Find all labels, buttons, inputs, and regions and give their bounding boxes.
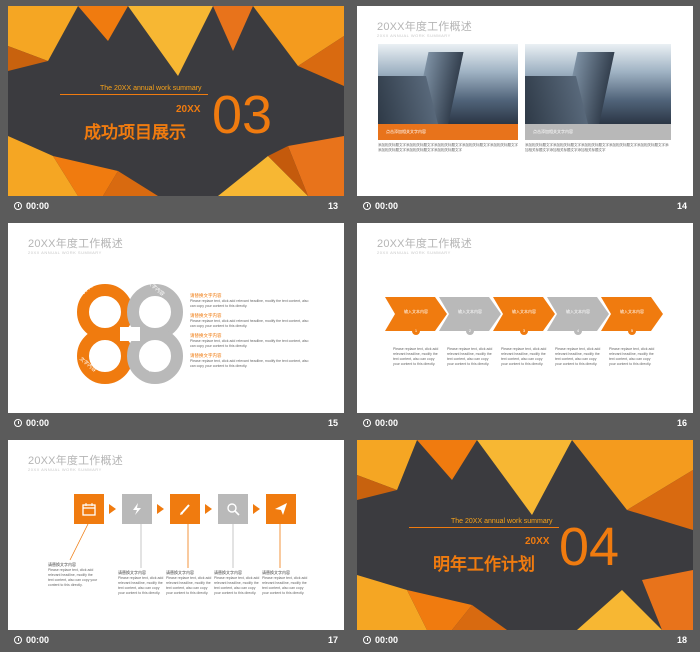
section-subtitle: The 20XX annual work summary [451,518,553,525]
slide-number: 14 [676,201,687,211]
process-step: 输入文本内容 [439,297,501,331]
step-description: Please replace text, click add relevant … [501,347,547,366]
polygon-background [8,6,344,196]
slide-16-canvas: 20XX年度工作概述 20XX ANNUAL WORK SUMMARY 输入文本… [357,223,693,413]
step-description: Please replace text, click add relevant … [609,347,655,366]
callout-lines [69,523,281,568]
clock-icon [14,636,22,644]
clock-icon [363,419,371,427]
slide-number: 18 [676,635,687,645]
section-divider [60,94,208,95]
slide-footer-18: 00:00 18 [357,630,693,652]
slide-thumbnail-14[interactable]: 20XX年度工作概述 20XX ANNUAL WORK SUMMARY 点击添加… [357,6,693,218]
flow-arrow [253,504,260,514]
slide-thumbnail-17[interactable]: 20XX年度工作概述 20XX ANNUAL WORK SUMMARY 请替换文… [8,440,344,652]
process-step: 输入文本内容 [601,297,663,331]
slide-thumbnail-16[interactable]: 20XX年度工作概述 20XX ANNUAL WORK SUMMARY 输入文本… [357,223,693,435]
clock-icon [363,636,371,644]
clock-icon [363,202,371,210]
slide-footer-14: 00:00 14 [357,196,693,218]
slide-subheading: 20XX ANNUAL WORK SUMMARY [28,250,102,255]
flow-arrow [109,504,116,514]
slide-number: 15 [327,418,338,428]
callout-label: 请替换文字内容 Please replace text, click add r… [48,562,98,587]
slide-subheading: 20XX ANNUAL WORK SUMMARY [377,250,451,255]
slide-time: 00:00 [375,418,399,428]
process-step: 输入文本内容 [385,297,447,331]
flow-arrow [205,504,212,514]
slide-number: 16 [676,418,687,428]
slide-heading: 20XX年度工作概述 [377,238,472,250]
body-text-left: 添加相关标题文字添加相关标题文字添加相关标题文字添加相关标题文字添加相关标题文字… [378,143,518,152]
step-description: Please replace text, click add relevant … [447,347,493,366]
section-year: 20XX [525,536,550,547]
step-number: 2 [466,327,474,335]
slide-subheading: 20XX ANNUAL WORK SUMMARY [377,33,451,38]
slide-time: 00:00 [26,635,50,645]
step-number: 1 [412,327,420,335]
polygon-background [357,440,693,630]
process-step: 输入文本内容 [493,297,555,331]
clock-icon [14,419,22,427]
slide-time: 00:00 [375,201,399,211]
slide-footer-15: 00:00 15 [8,413,344,435]
building-photo-right [525,44,671,124]
slide-heading: 20XX年度工作概述 [377,21,472,33]
slide-number: 13 [327,201,338,211]
lightning-icon [122,494,152,524]
slide-thumbnail-18[interactable]: The 20XX annual work summary 20XX 明年工作计划… [357,440,693,652]
section-subtitle: The 20XX annual work summary [100,85,202,92]
pencil-icon [170,494,200,524]
callout-label: 请替换文字内容 Please replace text, click add r… [214,570,260,595]
section-title: 明年工作计划 [433,555,535,574]
process-step: 输入文本内容 [547,297,609,331]
flow-arrow [157,504,164,514]
slide-17-canvas: 20XX年度工作概述 20XX ANNUAL WORK SUMMARY 请替换文… [8,440,344,630]
slide-15-canvas: 20XX年度工作概述 20XX ANNUAL WORK SUMMARY 文字内容… [8,223,344,413]
section-number: 04 [559,517,620,577]
slide-time: 00:00 [375,635,399,645]
building-photo-left [378,44,518,124]
step-number: 3 [520,327,528,335]
step-number: 5 [628,327,636,335]
slide-13-canvas: The 20XX annual work summary 20XX 成功项目展示… [8,6,344,196]
step-description: Please replace text, click add relevant … [393,347,439,366]
slide-thumbnail-13[interactable]: The 20XX annual work summary 20XX 成功项目展示… [8,6,344,218]
paper-plane-icon [266,494,296,524]
section-number: 03 [212,85,273,145]
slide-thumbnail-15[interactable]: 20XX年度工作概述 20XX ANNUAL WORK SUMMARY 文字内容… [8,223,344,435]
slide-18-canvas: The 20XX annual work summary 20XX 明年工作计划… [357,440,693,630]
clock-icon [14,202,22,210]
section-year: 20XX [176,104,201,115]
slide-footer-13: 00:00 13 [8,196,344,218]
calendar-icon [74,494,104,524]
slide-footer-16: 00:00 16 [357,413,693,435]
text-list: 请替换文字内容 Please replace text, click add re… [190,293,309,368]
slide-number: 17 [327,635,338,645]
callout-label: 请替换文字内容 Please replace text, click add r… [166,570,212,595]
section-divider [409,527,559,528]
caption-bar-orange: 点击添加相关文字内容 [378,124,518,140]
step-number: 4 [574,327,582,335]
slide-footer-17: 00:00 17 [8,630,344,652]
callout-label: 请替换文字内容 Please replace text, click add r… [118,570,164,595]
step-description: Please replace text, click add relevant … [555,347,601,366]
caption-bar-gray: 点击添加相关文字内容 [525,124,671,140]
section-title: 成功项目展示 [84,123,186,142]
knot-diagram [77,284,183,384]
slide-time: 00:00 [26,201,50,211]
slide-14-canvas: 20XX年度工作概述 20XX ANNUAL WORK SUMMARY 点击添加… [357,6,693,196]
slide-heading: 20XX年度工作概述 [28,238,123,250]
magnifier-icon [218,494,248,524]
callout-label: 请替换文字内容 Please replace text, click add r… [262,570,308,595]
body-text-right: 添加相关标题文字添加相关标题文字添加相关标题文字添加相关标题文字添加相关标题文字… [525,143,669,152]
slide-time: 00:00 [26,418,50,428]
